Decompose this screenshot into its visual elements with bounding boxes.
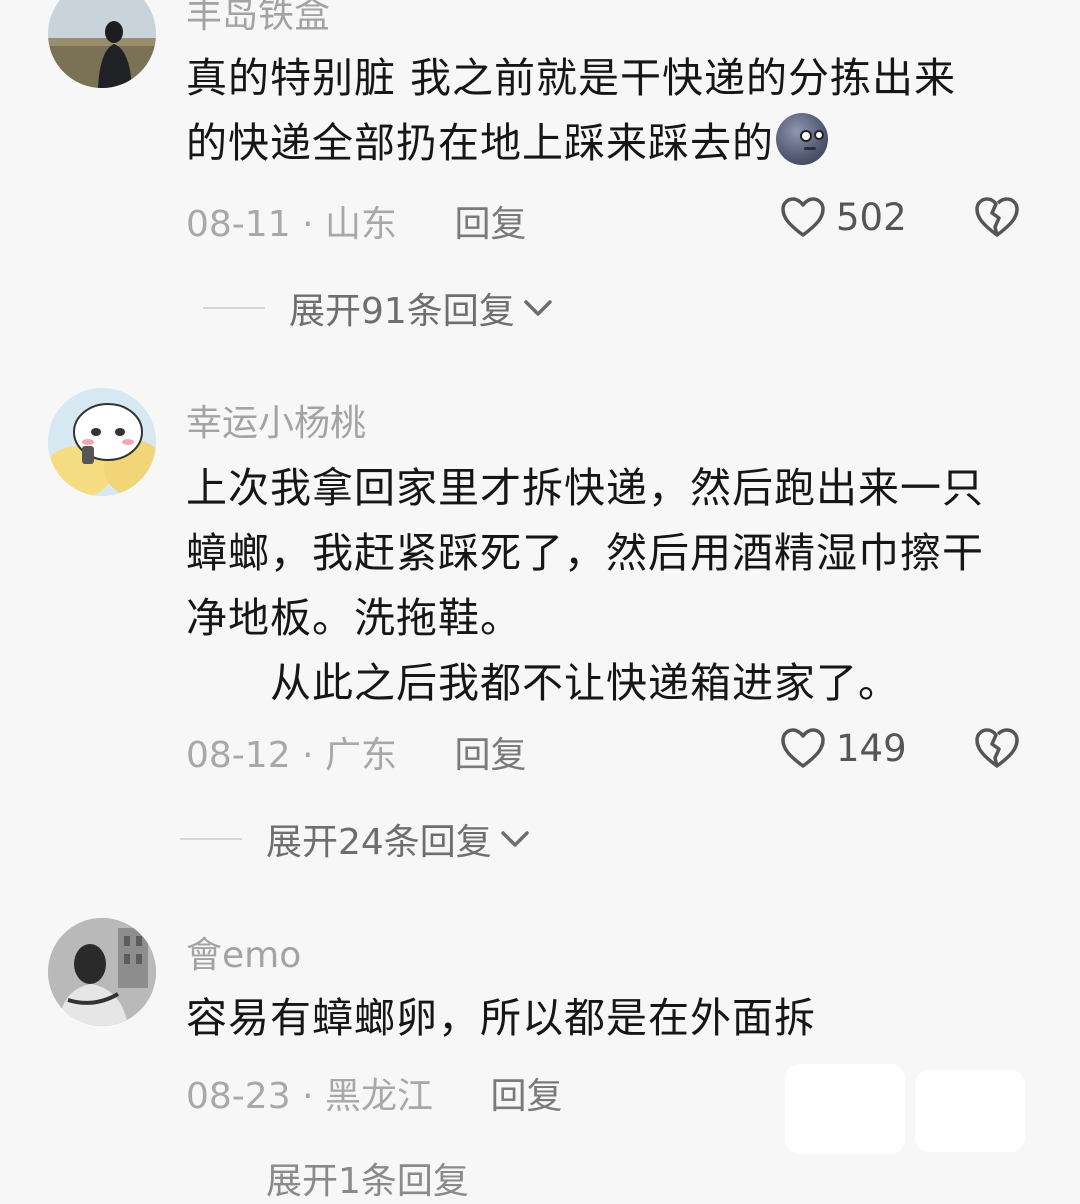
avatar[interactable] [48,0,156,88]
comment-line-text: 的快递全部扔在地上踩来踩去的 [186,119,774,167]
reply-button[interactable]: 回复 [454,735,526,776]
comment-meta: 08-12 · 广东 回复 [186,726,526,778]
meta-separator: · [302,1076,314,1117]
meta-separator: · [302,204,314,245]
expand-replies-button[interactable]: 展开24条回复 [180,813,530,865]
username[interactable]: 丰岛铁盒 [186,0,330,38]
comment-location: 广东 [324,735,397,776]
comment-line: 从此之后我都不让快递箱进家了。 [270,659,900,707]
comment-text: 容易有蟑螂卵，所以都是在外面拆 [186,986,1036,1051]
dislike-button[interactable] [974,721,1024,775]
avatar[interactable] [48,388,156,496]
comment-line: 蟑螂，我赶紧踩死了，然后用酒精湿巾擦干 [186,529,984,577]
avatar[interactable] [48,918,156,1026]
comment-line: 净地板。洗拖鞋。 [186,594,522,642]
heart-outline-icon [781,728,825,768]
like-count: 149 [836,726,907,770]
comment-date: 08-12 [186,735,291,776]
expand-label: 展开24条回复 [266,822,492,863]
like-button[interactable]: 502 [780,190,930,244]
chevron-down-icon [524,300,552,316]
comment-text: 上次我拿回家里才拆快递，然后跑出来一只 蟑螂，我赶紧踩死了，然后用酒精湿巾擦干 … [186,456,1036,716]
comment-date: 08-23 [186,1076,291,1117]
expand-label: 展开1条回复 [266,1161,469,1202]
expand-replies-button[interactable]: 展开91条回复 [203,282,553,334]
meta-separator: · [302,735,314,776]
broken-heart-icon [975,728,1019,768]
like-count: 502 [836,195,907,239]
dislike-button[interactable] [974,190,1024,244]
comment-location: 黑龙江 [324,1076,433,1117]
chevron-down-icon [501,831,529,847]
comment-meta: 08-11 · 山东 回复 [186,195,526,247]
divider [203,307,265,309]
comment-line: 的快递全部扔在地上踩来踩去的 [186,111,1036,176]
watermark [785,1064,1025,1154]
comment-meta: 08-23 · 黑龙江 回复 [186,1067,562,1119]
expand-label: 展开91条回复 [289,291,515,332]
heart-outline-icon [781,197,825,237]
broken-heart-icon [975,197,1019,237]
reply-button[interactable]: 回复 [490,1076,562,1117]
comment-line: 上次我拿回家里才拆快递，然后跑出来一只 [186,464,984,512]
divider [180,838,242,840]
comment-line: 真的特别脏 我之前就是干快递的分拣出来 [186,54,957,102]
username[interactable]: 會emo [186,926,301,978]
comment-text: 真的特别脏 我之前就是干快递的分拣出来 的快递全部扔在地上踩来踩去的 [186,46,1036,176]
like-button[interactable]: 149 [780,721,930,775]
comment-location: 山东 [324,204,397,245]
reply-button[interactable]: 回复 [454,204,526,245]
comment-date: 08-11 [186,204,291,245]
comment-line: 容易有蟑螂卵，所以都是在外面拆 [186,994,816,1042]
new-moon-face-emoji [776,113,828,165]
username[interactable]: 幸运小杨桃 [186,394,366,446]
expand-replies-button[interactable]: 展开1条回复 [266,1152,469,1204]
